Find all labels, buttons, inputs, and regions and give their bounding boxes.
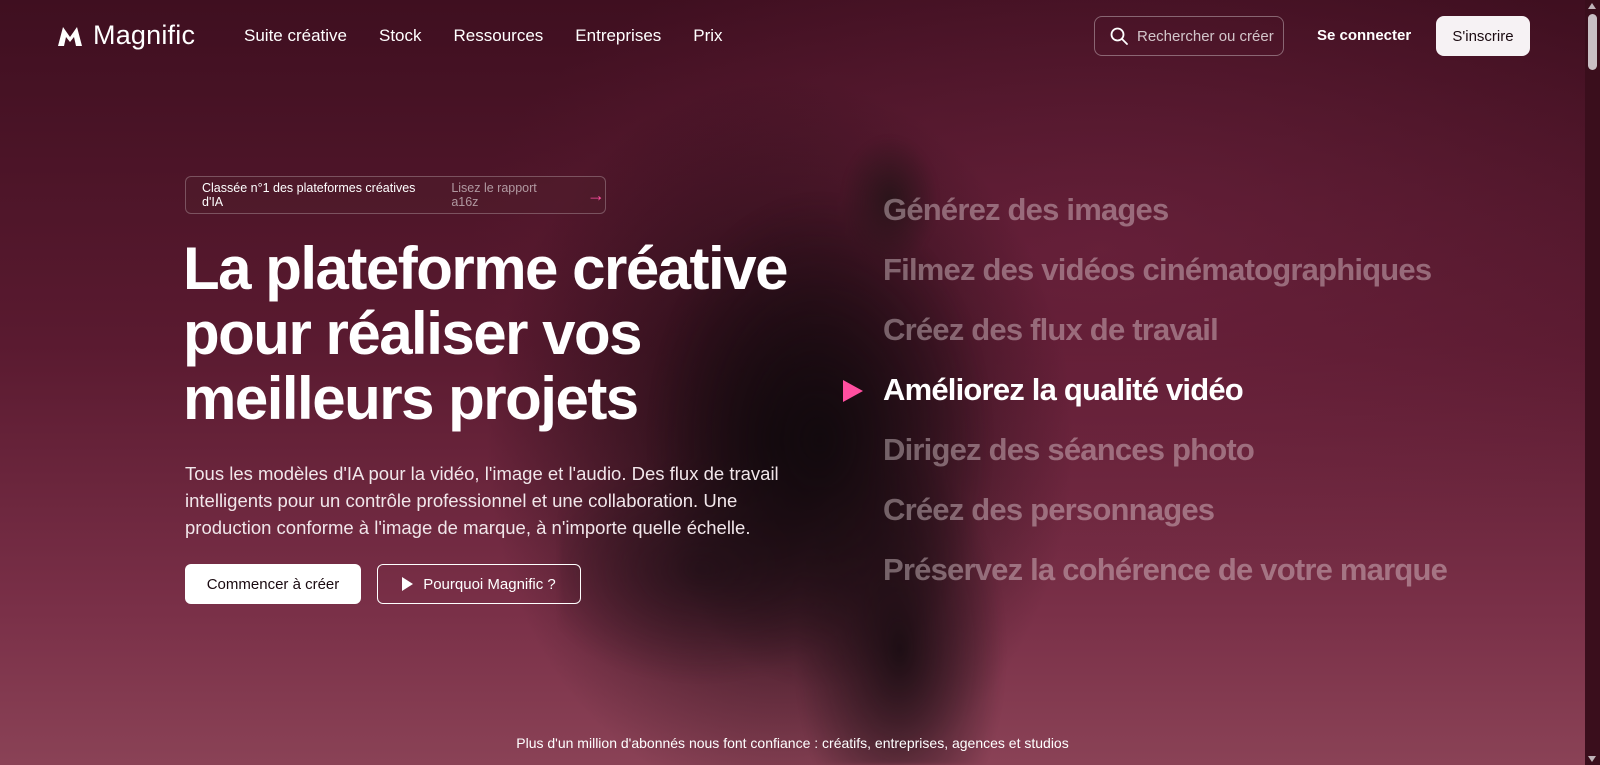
headline-line-3: meilleurs projets <box>183 365 639 432</box>
brand-name: Magnific <box>93 20 196 50</box>
ranking-badge[interactable]: Classée n°1 des plateformes créatives d'… <box>185 176 606 214</box>
headline-line-2: pour réaliser vos <box>183 300 643 367</box>
feature-item-active[interactable]: Améliorez la qualité vidéo <box>883 368 1447 428</box>
feature-item[interactable]: Préservez la cohérence de votre marque <box>883 548 1448 608</box>
magnific-logo-icon <box>58 26 82 46</box>
top-navigation: Magnific Suite créative Stock Ressources… <box>0 0 1585 72</box>
scrollbar-thumb[interactable] <box>1588 14 1597 70</box>
play-icon <box>402 577 414 591</box>
why-magnific-label: Pourquoi Magnific ? <box>423 575 556 593</box>
arrow-right-icon: → <box>587 184 605 205</box>
active-feature-play-icon <box>843 380 863 402</box>
nav-item-entreprises[interactable]: Entreprises <box>575 26 661 46</box>
feature-item[interactable]: Filmez des vidéos cinématographiques <box>883 248 1447 308</box>
feature-item[interactable]: Générez des images <box>883 188 1447 248</box>
badge-text: Classée n°1 des plateformes créatives d'… <box>202 181 416 209</box>
feature-item[interactable]: Créez des personnages <box>883 488 1447 548</box>
nav-item-ressources[interactable]: Ressources <box>454 26 544 46</box>
search-button[interactable]: Rechercher ou créer <box>1094 16 1284 56</box>
search-label: Rechercher ou créer <box>1137 27 1274 45</box>
feature-list: Générez des images Filmez des vidéos cin… <box>883 188 1448 608</box>
scroll-up-arrow-icon[interactable] <box>1588 3 1596 9</box>
feature-item[interactable]: Dirigez des séances photo <box>883 428 1447 488</box>
badge-report-link[interactable]: Lisez le rapport a16z <box>451 181 567 209</box>
nav-item-prix[interactable]: Prix <box>693 26 722 46</box>
login-button[interactable]: Se connecter <box>1317 27 1411 44</box>
scroll-down-arrow-icon[interactable] <box>1588 756 1596 762</box>
why-magnific-button[interactable]: Pourquoi Magnific ? <box>377 564 581 604</box>
nav-item-suite-creative[interactable]: Suite créative <box>244 26 347 46</box>
hero-subtitle: Tous les modèles d'IA pour la vidéo, l'i… <box>185 463 779 538</box>
hero-headline: La plateforme créative pour réaliser vos… <box>183 236 803 431</box>
signup-button[interactable]: S'inscrire <box>1436 16 1530 56</box>
main-nav: Suite créative Stock Ressources Entrepri… <box>244 26 723 46</box>
search-icon <box>1110 27 1128 45</box>
page-scrollbar[interactable] <box>1585 0 1600 765</box>
headline-line-1: La plateforme créative <box>183 235 788 302</box>
start-creating-button[interactable]: Commencer à créer <box>185 564 361 604</box>
feature-item[interactable]: Créez des flux de travail <box>883 308 1447 368</box>
brand-logo[interactable]: Magnific <box>57 20 195 51</box>
trust-statement: Plus d'un million d'abonnés nous font co… <box>516 735 1069 751</box>
nav-item-stock[interactable]: Stock <box>379 26 422 46</box>
